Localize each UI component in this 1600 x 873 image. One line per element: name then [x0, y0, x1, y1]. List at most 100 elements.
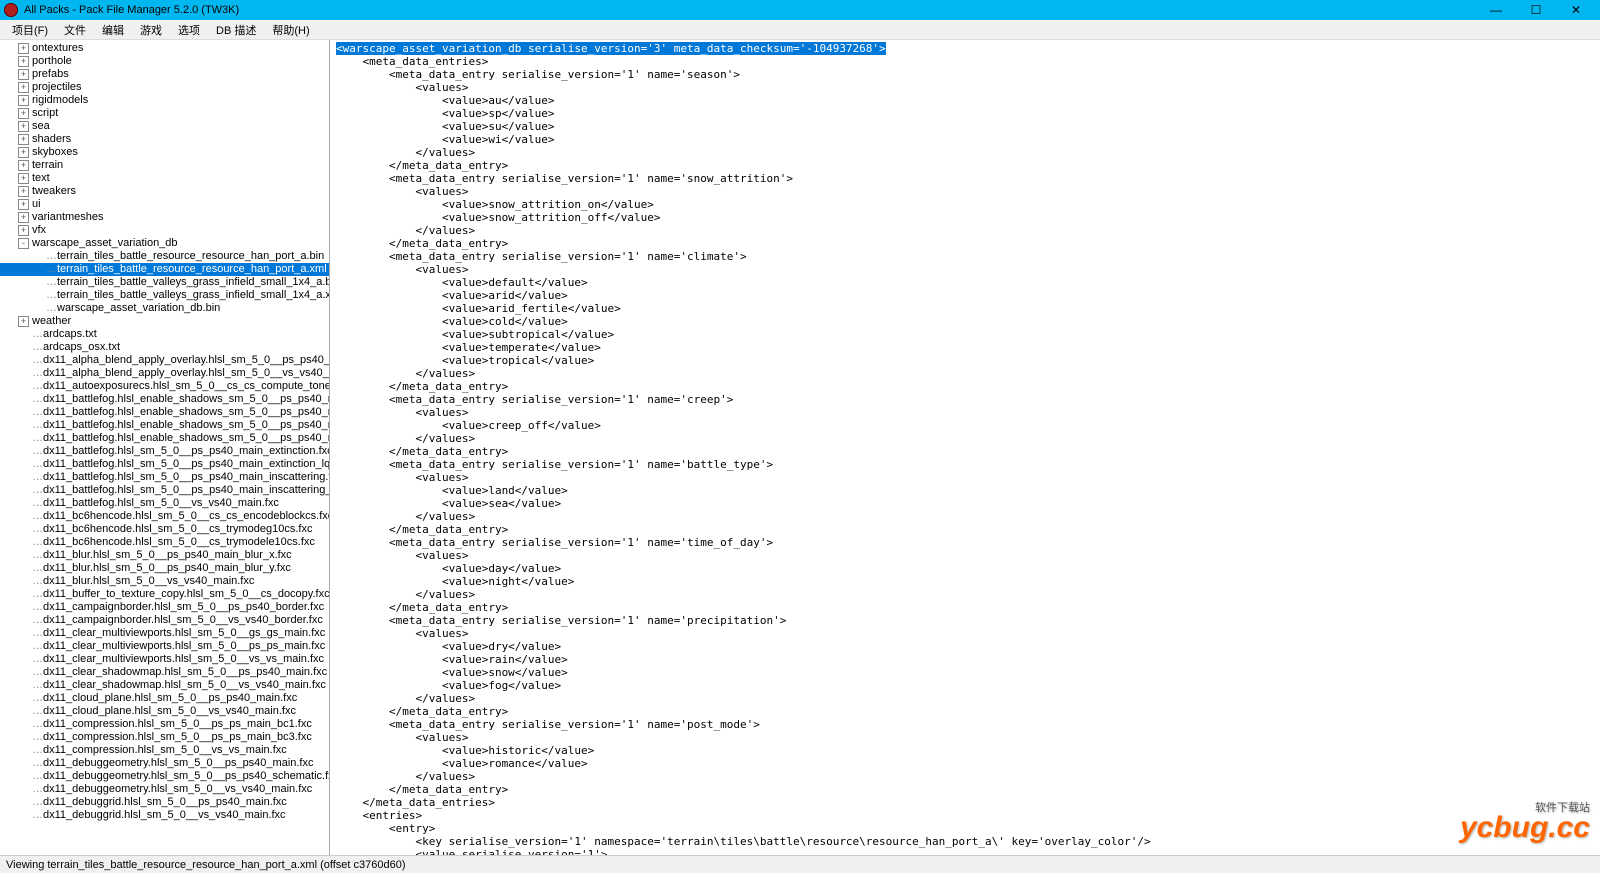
menu-item[interactable]: DB 描述	[208, 22, 264, 38]
content-panel[interactable]: <warscape_asset_variation_db serialise_v…	[330, 40, 1600, 855]
expand-icon[interactable]: +	[18, 173, 29, 184]
tree-node[interactable]: …dx11_battlefog.hlsl_sm_5_0__ps_ps40_mai…	[0, 458, 329, 471]
tree-node[interactable]: …warscape_asset_variation_db.bin	[0, 302, 329, 315]
tree-node[interactable]: +text	[0, 172, 329, 185]
tree-node[interactable]: …dx11_campaignborder.hlsl_sm_5_0__ps_ps4…	[0, 601, 329, 614]
menu-item[interactable]: 游戏	[132, 22, 170, 38]
tree-node[interactable]: …dx11_compression.hlsl_sm_5_0__ps_ps_mai…	[0, 718, 329, 731]
expand-icon[interactable]: +	[18, 69, 29, 80]
tree-node[interactable]: …dx11_battlefog.hlsl_enable_shadows_sm_5…	[0, 406, 329, 419]
tree-node[interactable]: …dx11_clear_multiviewports.hlsl_sm_5_0__…	[0, 640, 329, 653]
tree-node[interactable]: …dx11_debuggrid.hlsl_sm_5_0__ps_ps40_mai…	[0, 796, 329, 809]
tree-node[interactable]: …dx11_autoexposurecs.hlsl_sm_5_0__cs_cs_…	[0, 380, 329, 393]
tree-node[interactable]: …dx11_debuggrid.hlsl_sm_5_0__vs_vs40_mai…	[0, 809, 329, 822]
tree-label: terrain_tiles_battle_resource_resource_h…	[57, 250, 324, 262]
tree-node[interactable]: …dx11_blur.hlsl_sm_5_0__ps_ps40_main_blu…	[0, 549, 329, 562]
tree-node[interactable]: …dx11_alpha_blend_apply_overlay.hlsl_sm_…	[0, 367, 329, 380]
tree-node[interactable]: +projectiles	[0, 81, 329, 94]
tree-node[interactable]: …dx11_battlefog.hlsl_sm_5_0__ps_ps40_mai…	[0, 445, 329, 458]
tree-node[interactable]: …dx11_alpha_blend_apply_overlay.hlsl_sm_…	[0, 354, 329, 367]
tree-node[interactable]: …dx11_debuggeometry.hlsl_sm_5_0__ps_ps40…	[0, 770, 329, 783]
tree-node[interactable]: +shaders	[0, 133, 329, 146]
tree-node[interactable]: -warscape_asset_variation_db	[0, 237, 329, 250]
expand-icon[interactable]: +	[18, 160, 29, 171]
expand-icon[interactable]: +	[18, 186, 29, 197]
tree-node[interactable]: …dx11_compression.hlsl_sm_5_0__ps_ps_mai…	[0, 731, 329, 744]
menu-item[interactable]: 文件	[56, 22, 94, 38]
expand-icon[interactable]: +	[18, 316, 29, 327]
tree-node[interactable]: …dx11_battlefog.hlsl_sm_5_0__vs_vs40_mai…	[0, 497, 329, 510]
tree-node[interactable]: …dx11_clear_shadowmap.hlsl_sm_5_0__ps_ps…	[0, 666, 329, 679]
tree-node[interactable]: +rigidmodels	[0, 94, 329, 107]
tree-node[interactable]: +script	[0, 107, 329, 120]
tree-node[interactable]: …dx11_blur.hlsl_sm_5_0__ps_ps40_main_blu…	[0, 562, 329, 575]
tree-node[interactable]: +ui	[0, 198, 329, 211]
tree-node[interactable]: …dx11_debuggeometry.hlsl_sm_5_0__ps_ps40…	[0, 757, 329, 770]
tree-label: dx11_battlefog.hlsl_enable_shadows_sm_5_…	[43, 419, 330, 431]
tree-node[interactable]: …terrain_tiles_battle_valleys_grass_infi…	[0, 289, 329, 302]
tree-node[interactable]: +sea	[0, 120, 329, 133]
menu-item[interactable]: 项目(F)	[4, 22, 56, 38]
tree-node[interactable]: +weather	[0, 315, 329, 328]
tree-node[interactable]: +ontextures	[0, 42, 329, 55]
tree-label: projectiles	[32, 81, 82, 93]
tree-node[interactable]: +tweakers	[0, 185, 329, 198]
tree-label: dx11_clear_multiviewports.hlsl_sm_5_0__p…	[43, 640, 325, 652]
expand-icon[interactable]: +	[18, 199, 29, 210]
xml-line-selected[interactable]: <warscape_asset_variation_db serialise_v…	[336, 42, 886, 55]
expand-icon[interactable]: +	[18, 134, 29, 145]
tree-node[interactable]: …dx11_blur.hlsl_sm_5_0__vs_vs40_main.fxc	[0, 575, 329, 588]
expand-icon[interactable]: +	[18, 95, 29, 106]
expand-icon[interactable]: +	[18, 147, 29, 158]
tree-node[interactable]: …dx11_bc6hencode.hlsl_sm_5_0__cs_trymode…	[0, 536, 329, 549]
tree-node[interactable]: …dx11_battlefog.hlsl_enable_shadows_sm_5…	[0, 432, 329, 445]
expand-icon[interactable]: +	[18, 108, 29, 119]
tree-node[interactable]: …dx11_battlefog.hlsl_enable_shadows_sm_5…	[0, 393, 329, 406]
tree-node[interactable]: …dx11_battlefog.hlsl_sm_5_0__ps_ps40_mai…	[0, 484, 329, 497]
tree-node[interactable]: …dx11_campaignborder.hlsl_sm_5_0__vs_vs4…	[0, 614, 329, 627]
tree-node[interactable]: …dx11_bc6hencode.hlsl_sm_5_0__cs_cs_enco…	[0, 510, 329, 523]
expand-icon[interactable]: +	[18, 82, 29, 93]
minimize-button[interactable]: —	[1476, 3, 1516, 17]
tree-node[interactable]: +variantmeshes	[0, 211, 329, 224]
tree-node[interactable]: …dx11_clear_multiviewports.hlsl_sm_5_0__…	[0, 627, 329, 640]
expand-icon[interactable]: +	[18, 43, 29, 54]
tree-label: shaders	[32, 133, 71, 145]
expand-icon[interactable]: +	[18, 56, 29, 67]
tree-label: skyboxes	[32, 146, 78, 158]
tree-node[interactable]: …dx11_debuggeometry.hlsl_sm_5_0__vs_vs40…	[0, 783, 329, 796]
tree-node[interactable]: …dx11_bc6hencode.hlsl_sm_5_0__cs_trymode…	[0, 523, 329, 536]
menu-item[interactable]: 帮助(H)	[264, 22, 317, 38]
tree-node[interactable]: +terrain	[0, 159, 329, 172]
menu-item[interactable]: 选项	[170, 22, 208, 38]
menu-item[interactable]: 编辑	[94, 22, 132, 38]
tree-node[interactable]: …dx11_battlefog.hlsl_sm_5_0__ps_ps40_mai…	[0, 471, 329, 484]
tree-label: dx11_clear_multiviewports.hlsl_sm_5_0__g…	[43, 627, 325, 639]
maximize-button[interactable]: ☐	[1516, 3, 1556, 17]
tree-label: variantmeshes	[32, 211, 104, 223]
tree-panel[interactable]: +ontextures+porthole+prefabs+projectiles…	[0, 40, 330, 855]
tree-node[interactable]: …ardcaps.txt	[0, 328, 329, 341]
tree-node[interactable]: …dx11_cloud_plane.hlsl_sm_5_0__vs_vs40_m…	[0, 705, 329, 718]
tree-node[interactable]: +prefabs	[0, 68, 329, 81]
close-button[interactable]: ✕	[1556, 3, 1596, 17]
tree-node[interactable]: …dx11_compression.hlsl_sm_5_0__vs_vs_mai…	[0, 744, 329, 757]
tree-node[interactable]: …dx11_buffer_to_texture_copy.hlsl_sm_5_0…	[0, 588, 329, 601]
expand-icon[interactable]: +	[18, 121, 29, 132]
tree-node[interactable]: …terrain_tiles_battle_resource_resource_…	[0, 250, 329, 263]
tree-node[interactable]: +vfx	[0, 224, 329, 237]
tree-node[interactable]: …terrain_tiles_battle_resource_resource_…	[0, 263, 329, 276]
tree-node[interactable]: +porthole	[0, 55, 329, 68]
tree-node[interactable]: +skyboxes	[0, 146, 329, 159]
tree-label: dx11_debuggeometry.hlsl_sm_5_0__ps_ps40_…	[43, 757, 314, 769]
tree-node[interactable]: …dx11_battlefog.hlsl_enable_shadows_sm_5…	[0, 419, 329, 432]
tree-node[interactable]: …dx11_clear_shadowmap.hlsl_sm_5_0__vs_vs…	[0, 679, 329, 692]
expand-icon[interactable]: +	[18, 212, 29, 223]
tree-node[interactable]: …terrain_tiles_battle_valleys_grass_infi…	[0, 276, 329, 289]
tree-label: dx11_bc6hencode.hlsl_sm_5_0__cs_trymodeg…	[43, 523, 312, 535]
expand-icon[interactable]: +	[18, 225, 29, 236]
expand-icon[interactable]: -	[18, 238, 29, 249]
tree-node[interactable]: …ardcaps_osx.txt	[0, 341, 329, 354]
tree-node[interactable]: …dx11_clear_multiviewports.hlsl_sm_5_0__…	[0, 653, 329, 666]
tree-node[interactable]: …dx11_cloud_plane.hlsl_sm_5_0__ps_ps40_m…	[0, 692, 329, 705]
